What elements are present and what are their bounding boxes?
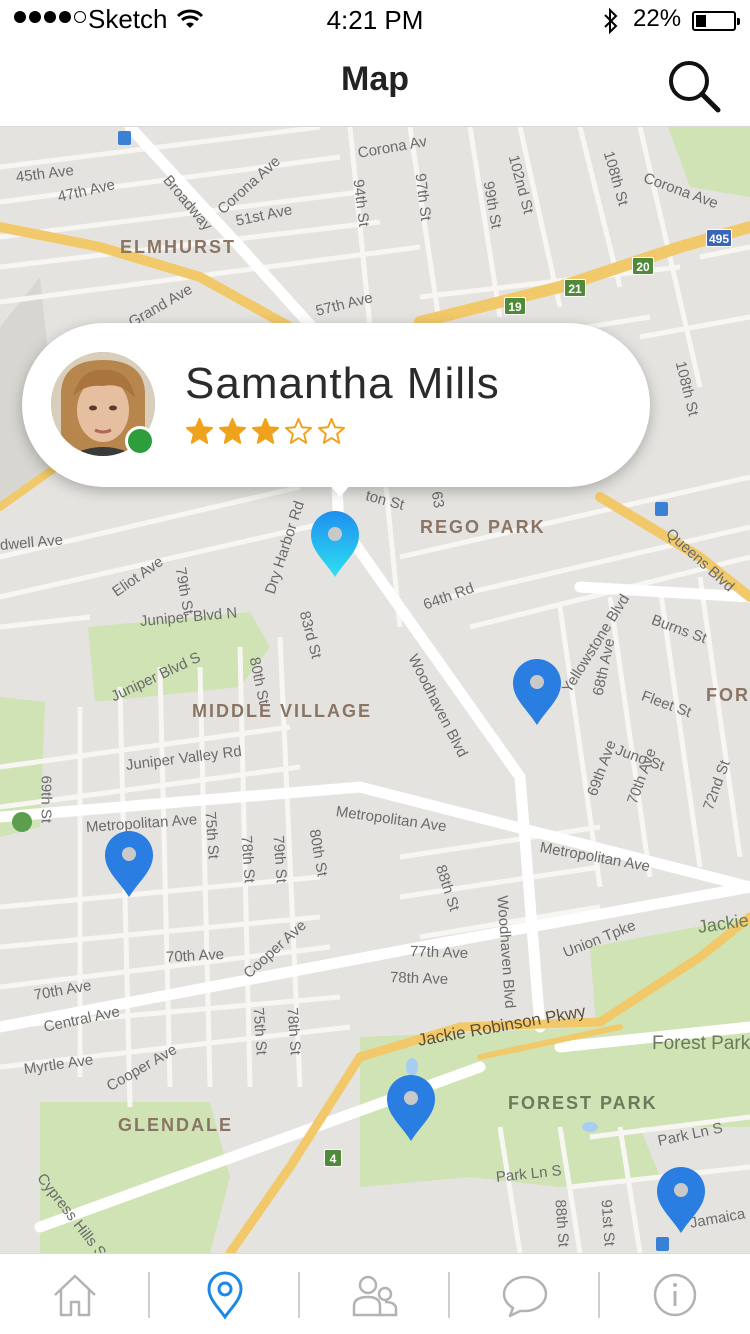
star-filled-icon (218, 417, 247, 444)
map-label: 75th St (249, 1006, 270, 1056)
map-label: MIDDLE VILLAGE (192, 701, 372, 721)
nav-bar: Map (0, 40, 750, 127)
map-label: 70th Ave (165, 945, 225, 966)
map-pin-marker[interactable] (384, 1073, 438, 1143)
highway-shield: 21 (564, 279, 586, 297)
map-label: ELMHURST (120, 237, 236, 257)
map-label: FOREST PARK (508, 1093, 658, 1113)
user-name: Samantha Mills (185, 359, 500, 408)
map-label: 69th St (37, 775, 55, 824)
map-label: REGO PARK (420, 517, 546, 537)
star-filled-icon (185, 417, 214, 444)
tab-home[interactable] (0, 1254, 150, 1334)
home-icon (54, 1274, 96, 1316)
map-label: 77th Ave (409, 943, 469, 963)
online-status-indicator (125, 426, 155, 456)
callout-pointer (328, 483, 352, 497)
tab-bar (0, 1253, 750, 1334)
highway-shield: 19 (504, 297, 526, 315)
map-label: FORE (706, 685, 750, 705)
battery-icon (692, 11, 740, 31)
star-filled-icon (251, 417, 280, 444)
status-bar: Sketch 4:21 PM 22% (0, 0, 750, 40)
highway-shield: 20 (632, 257, 654, 275)
info-icon (653, 1273, 697, 1316)
star-empty-icon (284, 417, 313, 444)
rating-stars (185, 417, 346, 446)
bluetooth-icon (604, 7, 618, 35)
star-empty-icon (317, 417, 346, 444)
map-label: 88th St (551, 1198, 572, 1248)
map-pin-marker[interactable] (102, 829, 156, 899)
map-label: 78th Ave (389, 969, 449, 989)
map-pin-marker[interactable] (308, 509, 362, 579)
page-title: Map (341, 60, 409, 98)
map-label: 63 (427, 490, 448, 510)
people-icon (352, 1275, 398, 1316)
tab-chat[interactable] (450, 1254, 600, 1334)
tab-info[interactable] (600, 1254, 750, 1334)
highway-shield: 4 (324, 1149, 342, 1167)
map-label: Forest Park (652, 1033, 750, 1054)
highway-shield: 495 (706, 229, 732, 247)
map-pin-marker[interactable] (510, 657, 564, 727)
map-label: GLENDALE (118, 1115, 233, 1135)
map-label: 78th St (237, 834, 258, 884)
user-callout[interactable]: Samantha Mills (22, 323, 650, 497)
battery-percentage: 22% (633, 5, 682, 32)
map-pin-marker[interactable] (654, 1165, 708, 1235)
chat-bubble-icon (502, 1275, 548, 1317)
tab-map[interactable] (150, 1254, 300, 1334)
map-pin-icon (207, 1271, 243, 1320)
map-view[interactable]: ELMHURST REGO PARK MIDDLE VILLAGE GLENDA… (0, 127, 750, 1253)
search-icon[interactable] (662, 54, 726, 118)
map-label: 75th St (201, 810, 222, 860)
map-label: 91st St (597, 1198, 618, 1247)
map-label: 78th St (283, 1006, 304, 1056)
tab-people[interactable] (300, 1254, 450, 1334)
map-label: 79th St (269, 834, 290, 884)
